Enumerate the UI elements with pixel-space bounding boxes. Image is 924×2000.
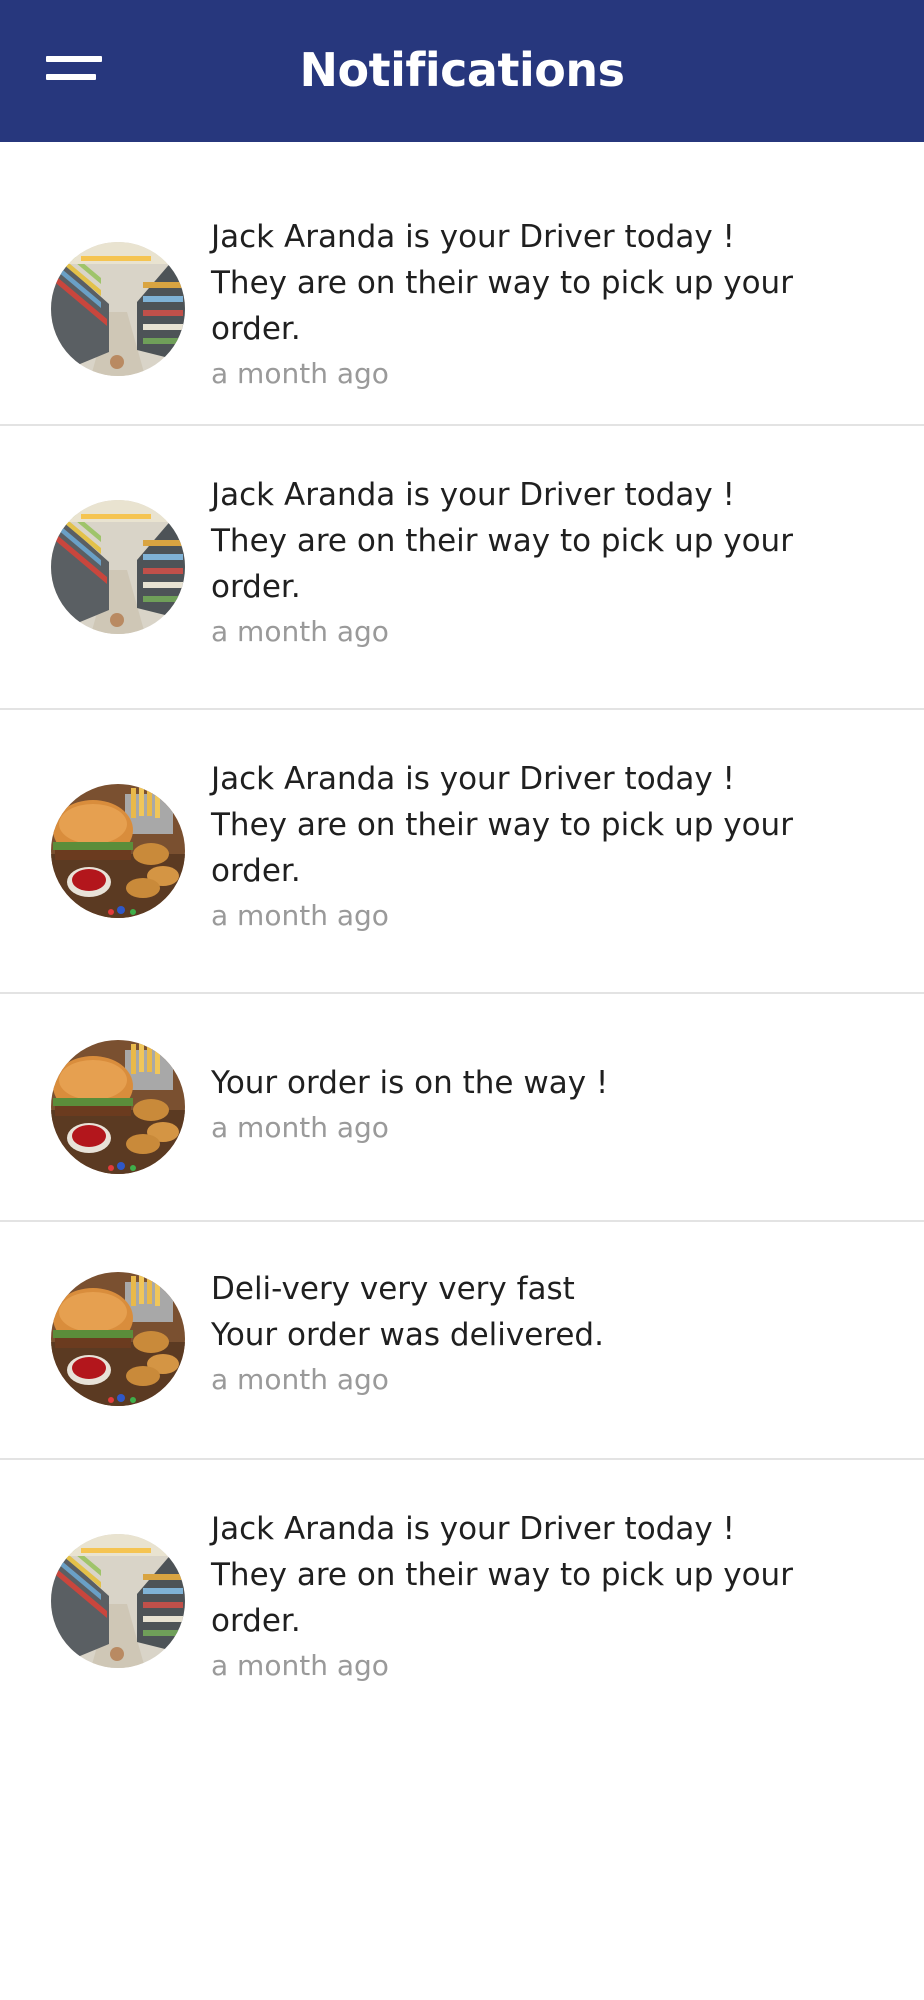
page-title: Notifications [299, 43, 625, 97]
notification-message-line: They are on their way to pick up your [211, 265, 793, 301]
notification-timestamp: a month ago [211, 615, 389, 648]
notification-avatar [51, 242, 185, 376]
fast-food-image [51, 784, 185, 918]
notification-item[interactable]: Deli-very very very fast Your order was … [0, 1222, 924, 1460]
notification-timestamp: a month ago [211, 899, 389, 932]
notification-message-line: Jack Aranda is your Driver today ! [211, 1511, 735, 1547]
notification-timestamp: a month ago [211, 357, 389, 390]
notification-body: Jack Aranda is your Driver today ! They … [211, 1506, 871, 1686]
app-header: Notifications [0, 0, 924, 142]
notification-message-line: Jack Aranda is your Driver today ! [211, 477, 735, 513]
fast-food-image [51, 1040, 185, 1174]
grocery-store-image [51, 242, 185, 376]
notification-message-line: order. [211, 1603, 301, 1639]
notification-body: Jack Aranda is your Driver today ! They … [211, 472, 871, 652]
notification-message-line: Jack Aranda is your Driver today ! [211, 761, 735, 797]
notification-avatar [51, 500, 185, 634]
notification-item[interactable]: Jack Aranda is your Driver today ! They … [0, 142, 924, 426]
grocery-store-image [51, 1534, 185, 1668]
notification-message-line: Deli-very very very fast [211, 1271, 575, 1307]
notification-item[interactable]: Jack Aranda is your Driver today ! They … [0, 710, 924, 994]
notification-item[interactable]: Jack Aranda is your Driver today ! They … [0, 426, 924, 710]
notification-timestamp: a month ago [211, 1363, 389, 1396]
notification-avatar [51, 1534, 185, 1668]
grocery-store-image [51, 500, 185, 634]
notification-message-line: Your order was delivered. [211, 1317, 604, 1353]
notification-timestamp: a month ago [211, 1649, 389, 1682]
notification-avatar [51, 1040, 185, 1174]
notification-message-line: order. [211, 311, 301, 347]
notification-item[interactable]: Jack Aranda is your Driver today ! They … [0, 1460, 924, 1742]
notification-body: Your order is on the way ! a month ago [211, 1060, 871, 1148]
notification-message-line: Jack Aranda is your Driver today ! [211, 219, 735, 255]
notification-avatar [51, 1272, 185, 1406]
notification-message-line: Your order is on the way ! [211, 1065, 609, 1101]
notification-message-line: They are on their way to pick up your [211, 807, 793, 843]
notification-body: Jack Aranda is your Driver today ! They … [211, 756, 871, 936]
notification-message-line: They are on their way to pick up your [211, 523, 793, 559]
notification-message-line: order. [211, 853, 301, 889]
notification-body: Deli-very very very fast Your order was … [211, 1266, 871, 1400]
notification-message-line: order. [211, 569, 301, 605]
notification-item[interactable]: Your order is on the way ! a month ago [0, 994, 924, 1222]
notification-timestamp: a month ago [211, 1111, 389, 1144]
notification-list: Jack Aranda is your Driver today ! They … [0, 142, 924, 1742]
notification-message-line: They are on their way to pick up your [211, 1557, 793, 1593]
notification-body: Jack Aranda is your Driver today ! They … [211, 214, 871, 394]
fast-food-image [51, 1272, 185, 1406]
notification-avatar [51, 784, 185, 918]
